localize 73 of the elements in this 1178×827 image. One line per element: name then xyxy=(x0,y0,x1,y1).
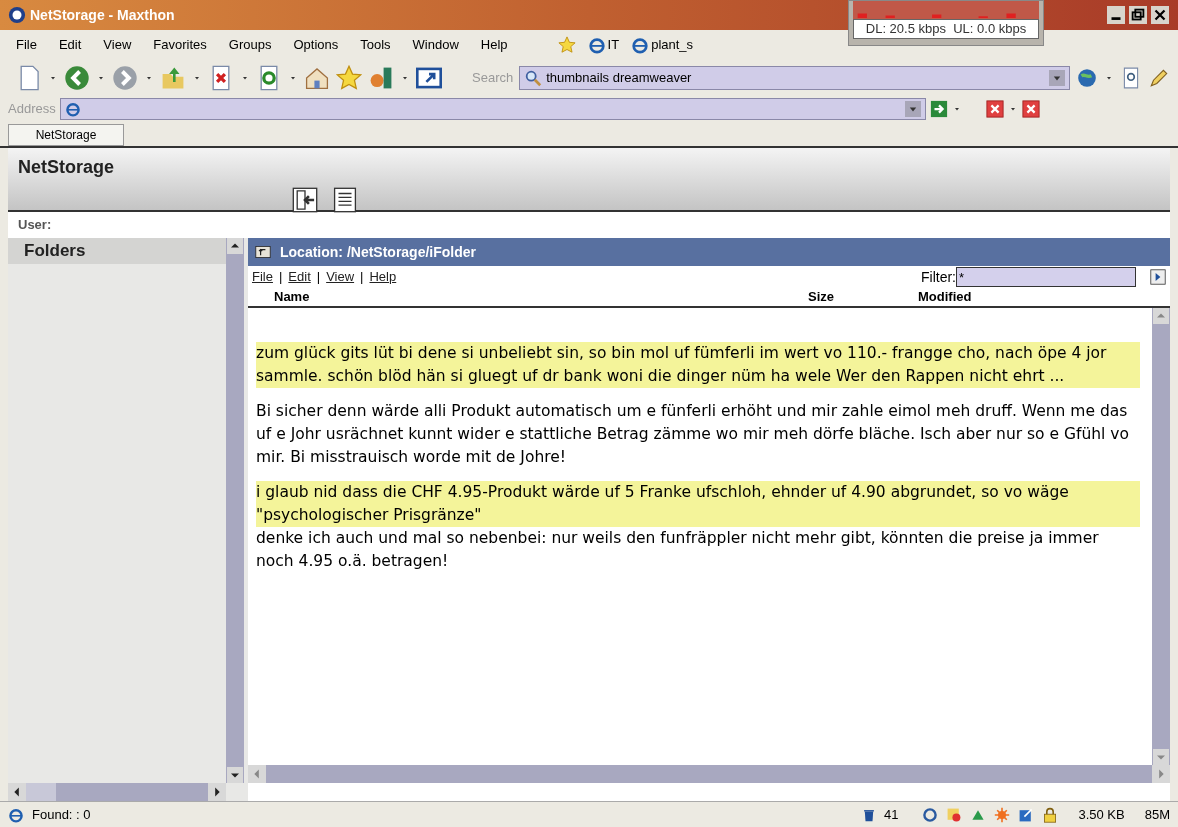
up-folder-icon[interactable] xyxy=(254,244,272,260)
link-separator: | xyxy=(360,268,364,287)
document-icon[interactable] xyxy=(332,187,358,213)
home-icon[interactable] xyxy=(304,65,330,91)
address-label: Address xyxy=(8,100,56,119)
memory-usage: 85M xyxy=(1144,805,1170,824)
forward-icon[interactable] xyxy=(112,65,138,91)
trash-count: 41 xyxy=(883,805,899,824)
menu-item[interactable]: Tools xyxy=(360,35,391,55)
filter-field[interactable]: * xyxy=(956,267,1136,287)
vertical-scrollbar[interactable] xyxy=(226,238,244,783)
search-icon xyxy=(524,69,543,87)
menu-item[interactable]: Options xyxy=(293,35,339,55)
user-label: User: xyxy=(18,216,52,235)
menu-item[interactable]: Help xyxy=(480,35,508,55)
menu-link[interactable]: Help xyxy=(369,267,397,287)
page-title: NetStorage xyxy=(17,156,116,179)
star-icon[interactable] xyxy=(336,65,362,91)
folders-heading: Folders xyxy=(8,238,226,264)
comment-text: zum glück gits lüt bi dene si unbeliebt sin, so bin mol uf fümferli im wert vo 110.- frangge cho, nach öpe 4 jor sammle. schön blöd hän si gluegt uf dr bank woni die dinger nüm ha wele Wer den Rappen nicht ehrt ... xyxy=(256,342,1140,388)
favorite-link[interactable]: plant_s xyxy=(631,35,694,55)
menu-link[interactable]: Edit xyxy=(288,267,311,287)
popup-blocker-icon[interactable] xyxy=(946,806,963,823)
dropdown-icon[interactable] xyxy=(1049,70,1065,86)
search-field[interactable]: thumbnails dreamweaver xyxy=(519,66,1070,90)
page-size: 3.50 KB xyxy=(1078,805,1125,824)
menu-link[interactable]: File xyxy=(252,267,273,287)
traffic-reading: DL: 20.5 kbps UL: 0.0 kbps xyxy=(853,19,1039,39)
pencil-icon[interactable] xyxy=(1148,67,1170,89)
dropdown-icon[interactable] xyxy=(904,101,921,117)
trash-icon[interactable] xyxy=(861,807,876,822)
close-button[interactable] xyxy=(1150,6,1170,24)
edit-icon[interactable] xyxy=(1018,806,1035,823)
menu-item[interactable]: File xyxy=(16,35,37,55)
traffic-graph-icon xyxy=(853,1,1039,19)
menu-item[interactable]: Favorites xyxy=(153,35,207,55)
link-separator: | xyxy=(316,268,321,287)
column-header[interactable]: Name xyxy=(274,289,310,305)
exit-icon[interactable] xyxy=(292,187,318,213)
address-field[interactable] xyxy=(59,98,926,120)
favorite-link[interactable]: IT xyxy=(587,35,620,55)
menu-link[interactable]: View xyxy=(326,267,355,287)
popup-icon[interactable] xyxy=(416,65,442,91)
lock-icon[interactable] xyxy=(1042,806,1059,823)
restore-button[interactable] xyxy=(1128,6,1148,24)
scroll-down-icon[interactable] xyxy=(226,767,244,783)
close-all-icon[interactable] xyxy=(1021,100,1040,118)
menu-item[interactable]: View xyxy=(103,35,132,55)
globe-icon[interactable] xyxy=(1076,67,1098,89)
menu-item[interactable]: Window xyxy=(412,35,459,55)
horizontal-scrollbar[interactable] xyxy=(8,783,226,801)
window-title: NetStorage - Maxthon xyxy=(30,5,175,25)
star-icon[interactable] xyxy=(557,36,576,54)
tab[interactable]: NetStorage xyxy=(8,124,124,146)
column-header[interactable]: Modified xyxy=(918,289,972,305)
filter-label: Filter: xyxy=(921,267,956,287)
search-label: Search xyxy=(472,69,514,88)
scroll-right-icon[interactable] xyxy=(208,783,226,801)
logo-icon xyxy=(8,6,26,24)
menu-item[interactable]: Edit xyxy=(58,35,82,55)
minimize-button[interactable] xyxy=(1106,6,1126,24)
location-path: Location: /NetStorage/iFolder xyxy=(280,242,476,262)
back-icon[interactable] xyxy=(64,65,90,91)
scroll-thumb[interactable] xyxy=(26,783,56,801)
link-separator: | xyxy=(278,268,283,287)
column-header[interactable]: Size xyxy=(808,289,834,305)
status-text: Found: : 0 xyxy=(32,805,91,824)
scroll-up-icon[interactable] xyxy=(226,238,244,254)
close-tab-icon[interactable] xyxy=(985,100,1004,118)
scroll-left-icon[interactable] xyxy=(8,783,26,801)
menu-item[interactable]: Groups xyxy=(228,35,272,55)
comment-text: i glaub nid dass die CHF 4.95-Produkt wärde uf 5 Franke ufschloh, ehnder uf 4.90 abgrundet, so vo wäge "psychologischer Prisgränze" xyxy=(256,481,1140,527)
go-icon[interactable] xyxy=(929,100,948,118)
